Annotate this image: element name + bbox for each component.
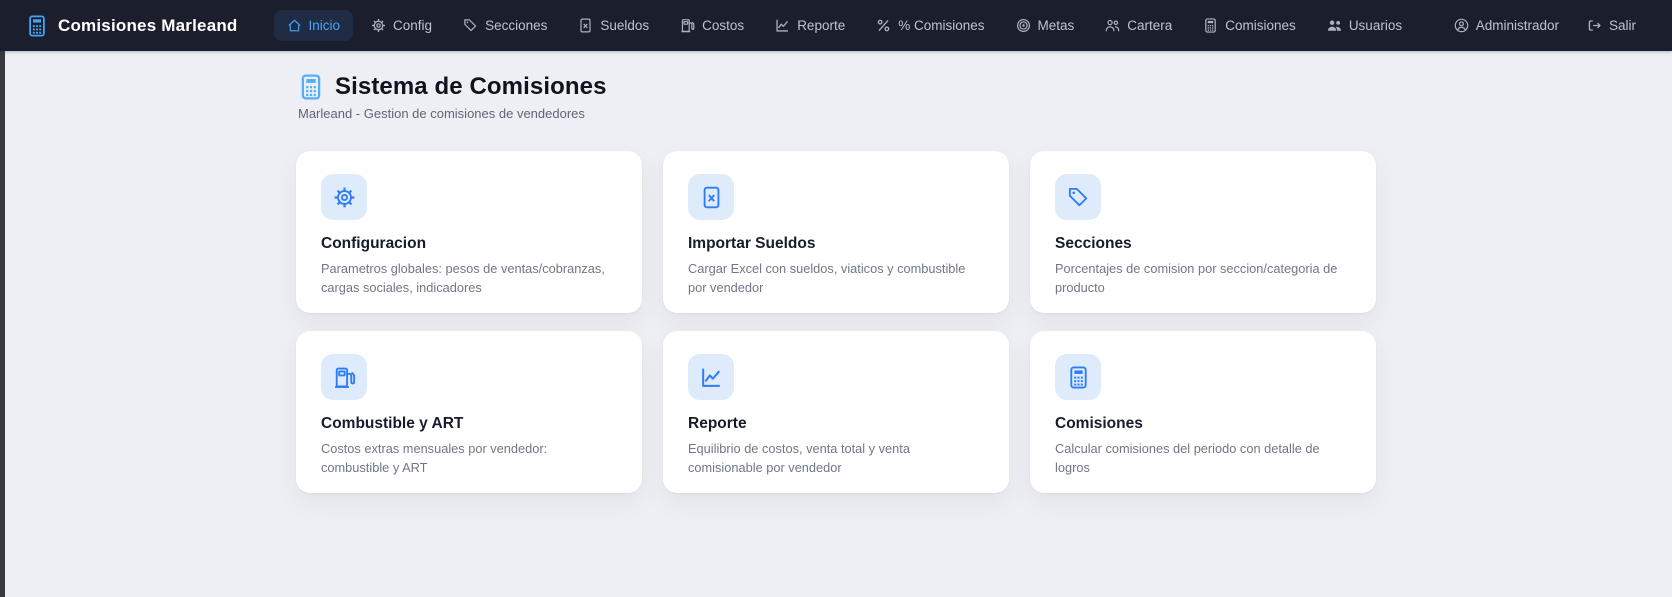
brand-title: Comisiones Marleand: [58, 16, 238, 36]
calculator-icon: [1203, 18, 1218, 33]
graph-up-icon: [775, 18, 790, 33]
user-label: Administrador: [1476, 18, 1559, 33]
calculator-icon: [298, 74, 324, 100]
card-description: Parametros globales: pesos de ventas/cob…: [321, 260, 617, 297]
card-combustible-art[interactable]: Combustible y ART Costos extras mensuale…: [296, 331, 642, 493]
calculator-icon: [1055, 354, 1101, 400]
bullseye-icon: [1016, 18, 1031, 33]
file-excel-icon: [578, 18, 593, 33]
nav-item-label: Metas: [1038, 18, 1075, 33]
nav-item-config[interactable]: Config: [358, 10, 445, 41]
page-subtitle: Marleand - Gestion de comisiones de vend…: [298, 106, 1376, 121]
logout-label: Salir: [1609, 18, 1636, 33]
nav-item-metas[interactable]: Metas: [1003, 10, 1088, 41]
nav-item-inicio[interactable]: Inicio: [274, 10, 354, 41]
page-title: Sistema de Comisiones: [335, 73, 607, 101]
card-configuracion[interactable]: Configuracion Parametros globales: pesos…: [296, 151, 642, 313]
fuel-pump-icon: [321, 354, 367, 400]
nav-item-label: Sueldos: [600, 18, 649, 33]
nav-item-label: Config: [393, 18, 432, 33]
card-title: Reporte: [688, 415, 984, 433]
gear-icon: [371, 18, 386, 33]
brand[interactable]: Comisiones Marleand: [26, 15, 238, 37]
nav-item-comisiones[interactable]: Comisiones: [1190, 10, 1309, 41]
card-description: Cargar Excel con sueldos, viaticos y com…: [688, 260, 984, 297]
card-title: Comisiones: [1055, 415, 1351, 433]
nav-menu: Inicio Config Secciones Sueldos: [274, 10, 1416, 41]
card-reporte[interactable]: Reporte Equilibrio de costos, venta tota…: [663, 331, 1009, 493]
card-title: Secciones: [1055, 235, 1351, 253]
main-content: Sistema de Comisiones Marleand - Gestion…: [296, 51, 1376, 493]
file-excel-icon: [688, 174, 734, 220]
nav-item-usuarios[interactable]: Usuarios: [1314, 10, 1415, 41]
card-title: Importar Sueldos: [688, 235, 984, 253]
nav-item-label: Reporte: [797, 18, 845, 33]
left-edge-strip: [0, 51, 5, 597]
nav-item-label: Cartera: [1127, 18, 1172, 33]
percent-icon: [876, 18, 891, 33]
gear-icon: [321, 174, 367, 220]
tags-icon: [1055, 174, 1101, 220]
page-header: Sistema de Comisiones Marleand - Gestion…: [298, 73, 1376, 121]
graph-up-icon: [688, 354, 734, 400]
logout-button[interactable]: Salir: [1577, 10, 1646, 41]
nav-item-reporte[interactable]: Reporte: [762, 10, 858, 41]
logout-icon: [1587, 18, 1602, 33]
nav-item-label: Comisiones: [1225, 18, 1296, 33]
nav-item-pct-comisiones[interactable]: % Comisiones: [863, 10, 997, 41]
cards-grid: Configuracion Parametros globales: pesos…: [296, 151, 1376, 493]
nav-item-label: % Comisiones: [898, 18, 984, 33]
nav-item-cartera[interactable]: Cartera: [1092, 10, 1185, 41]
nav-item-label: Inicio: [309, 18, 341, 33]
card-comisiones[interactable]: Comisiones Calcular comisiones del perio…: [1030, 331, 1376, 493]
house-icon: [287, 18, 302, 33]
card-description: Costos extras mensuales por vendedor: co…: [321, 440, 617, 477]
card-description: Porcentajes de comision por seccion/cate…: [1055, 260, 1351, 297]
nav-item-label: Usuarios: [1349, 18, 1402, 33]
person-circle-icon: [1454, 18, 1469, 33]
users-icon: [1327, 18, 1342, 33]
nav-item-secciones[interactable]: Secciones: [450, 10, 560, 41]
card-description: Calcular comisiones del periodo con deta…: [1055, 440, 1351, 477]
calculator-icon: [26, 15, 48, 37]
card-importar-sueldos[interactable]: Importar Sueldos Cargar Excel con sueldo…: [663, 151, 1009, 313]
nav-right: Administrador Salir: [1444, 10, 1646, 41]
tags-icon: [463, 18, 478, 33]
app-root: Comisiones Marleand Inicio Config Seccio…: [0, 0, 1672, 597]
nav-item-costos[interactable]: Costos: [667, 10, 757, 41]
user-menu[interactable]: Administrador: [1444, 10, 1569, 41]
card-title: Combustible y ART: [321, 415, 617, 433]
top-navbar: Comisiones Marleand Inicio Config Seccio…: [0, 0, 1672, 51]
card-secciones[interactable]: Secciones Porcentajes de comision por se…: [1030, 151, 1376, 313]
nav-item-label: Secciones: [485, 18, 547, 33]
card-description: Equilibrio de costos, venta total y vent…: [688, 440, 984, 477]
nav-item-label: Costos: [702, 18, 744, 33]
card-title: Configuracion: [321, 235, 617, 253]
people-icon: [1105, 18, 1120, 33]
fuel-pump-icon: [680, 18, 695, 33]
nav-item-sueldos[interactable]: Sueldos: [565, 10, 662, 41]
